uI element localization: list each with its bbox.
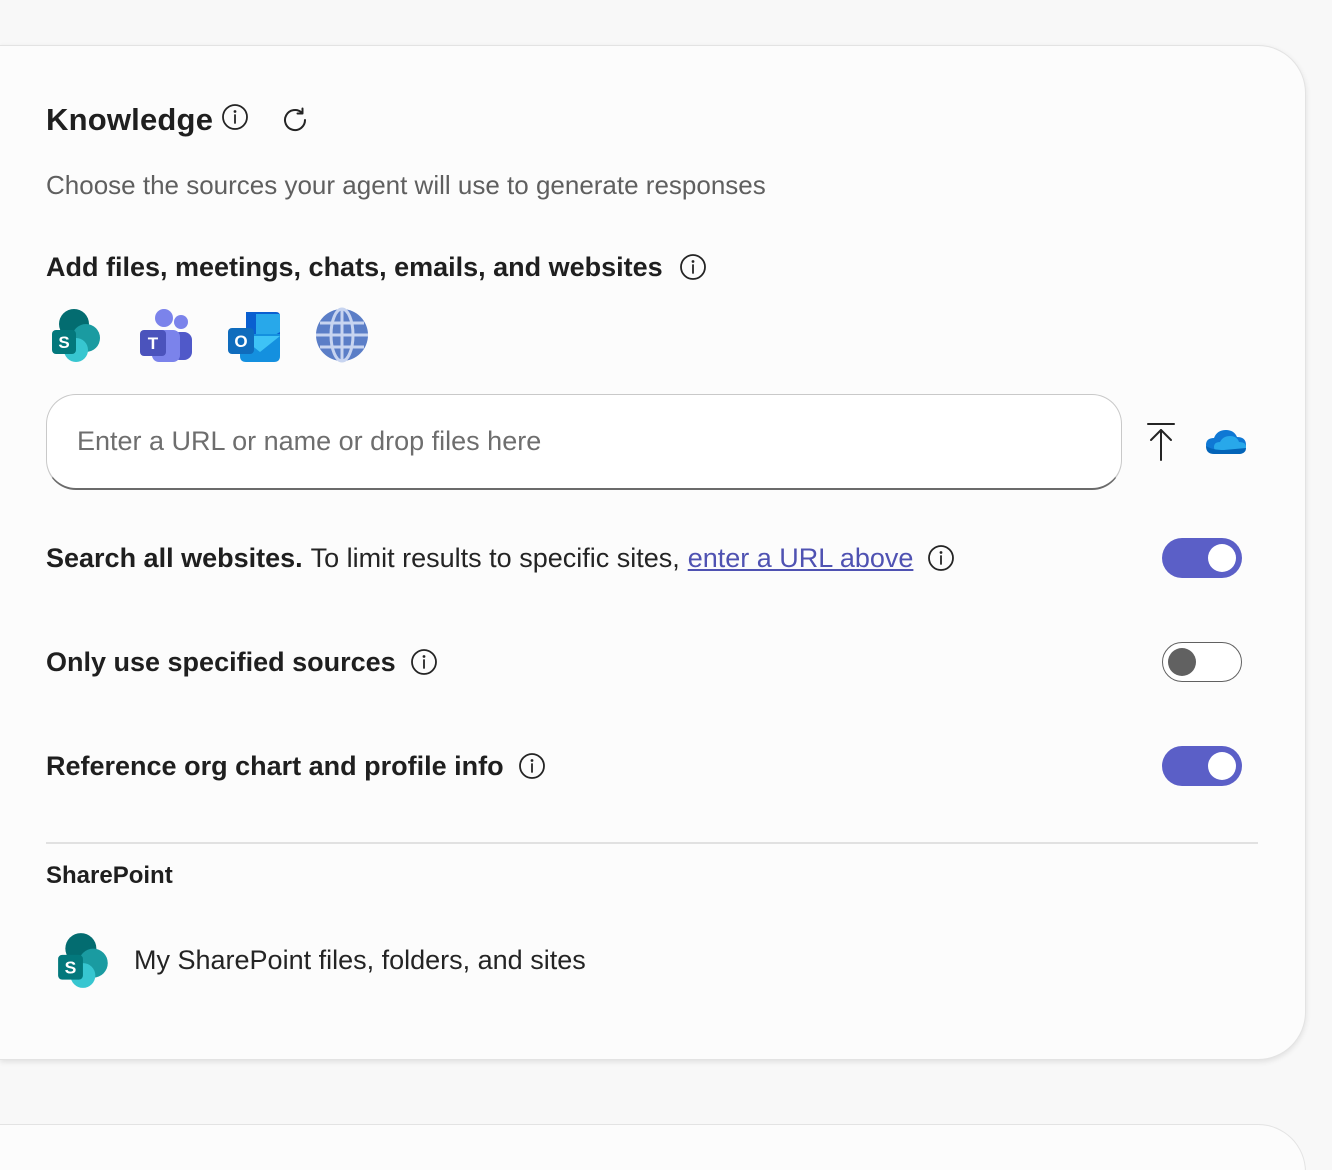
info-icon[interactable]: [679, 253, 707, 281]
sharepoint-files-label: My SharePoint files, folders, and sites: [134, 944, 586, 975]
add-sources-heading: Add files, meetings, chats, emails, and …: [46, 248, 707, 286]
refresh-icon[interactable]: [279, 104, 311, 136]
org-chart-label: Reference org chart and profile info: [46, 750, 504, 781]
specified-sources-label: Only use specified sources: [46, 646, 396, 677]
page-title: Knowledge: [46, 102, 214, 137]
add-sources-label: Add files, meetings, chats, emails, and …: [46, 251, 663, 282]
enter-url-link[interactable]: enter a URL above: [688, 543, 914, 574]
search-websites-toggle[interactable]: [1162, 538, 1242, 578]
info-icon[interactable]: [518, 752, 546, 780]
divider: [46, 842, 1258, 844]
sharepoint-icon: S: [56, 930, 114, 990]
globe-icon[interactable]: [314, 306, 370, 364]
org-chart-toggle[interactable]: [1162, 746, 1242, 786]
toggle-knob: [1208, 752, 1236, 780]
search-websites-row: Search all websites. To limit results to…: [46, 536, 955, 580]
url-input[interactable]: [46, 394, 1122, 490]
info-icon[interactable]: [221, 103, 249, 131]
org-chart-row: Reference org chart and profile info: [46, 744, 546, 788]
onedrive-icon[interactable]: [1202, 424, 1250, 460]
specified-sources-toggle[interactable]: [1162, 642, 1242, 682]
svg-text:S: S: [65, 957, 77, 977]
source-icons: S T O: [50, 306, 370, 364]
toggle-knob: [1168, 648, 1196, 676]
svg-text:S: S: [58, 333, 69, 352]
sharepoint-heading: SharePoint: [46, 862, 173, 889]
knowledge-description: Choose the sources your agent will use t…: [46, 170, 766, 200]
info-icon[interactable]: [927, 544, 955, 572]
sharepoint-icon[interactable]: S: [50, 306, 106, 364]
next-card: [0, 1124, 1306, 1170]
search-websites-label: Search all websites.: [46, 542, 303, 573]
svg-text:O: O: [234, 332, 247, 351]
svg-text:T: T: [148, 334, 159, 353]
outlook-icon[interactable]: O: [226, 306, 282, 364]
sharepoint-files-item[interactable]: S My SharePoint files, folders, and site…: [56, 930, 586, 990]
specified-sources-row: Only use specified sources: [46, 640, 438, 684]
upload-icon[interactable]: [1142, 420, 1180, 464]
knowledge-header: Knowledge: [46, 100, 311, 140]
toggle-knob: [1208, 544, 1236, 572]
teams-icon[interactable]: T: [138, 306, 194, 364]
search-websites-description: To limit results to specific sites,: [310, 542, 680, 573]
info-icon[interactable]: [410, 648, 438, 676]
